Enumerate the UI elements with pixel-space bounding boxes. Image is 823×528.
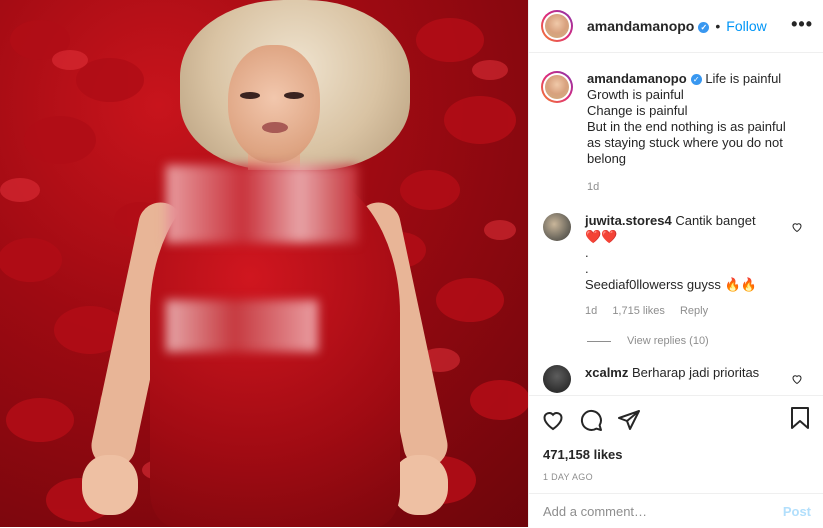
heart-icon[interactable]	[541, 408, 579, 437]
comment-line: .	[585, 245, 589, 260]
verified-icon: ✓	[690, 74, 702, 85]
comment-avatar[interactable]	[543, 213, 571, 241]
comment-line: ❤️❤️	[585, 229, 618, 244]
caption-line: Life is painful	[705, 71, 782, 86]
action-icons	[529, 396, 823, 437]
comment-line: .	[585, 261, 589, 276]
comment-line: Cantik banget	[675, 213, 756, 228]
left-hand	[82, 455, 138, 515]
comment-item: xcalmz Berharap jadi prioritas	[529, 347, 823, 393]
view-replies-button[interactable]: View replies (10)	[529, 319, 823, 347]
comment-like-icon[interactable]	[791, 373, 803, 388]
post-header: amandamanopo ✓ • Follow •••	[529, 0, 823, 53]
post-actions: 471,158 likes 1 DAY AGO Post	[529, 395, 823, 528]
caption: amandamanopo ✓ Life is painful Growth is …	[529, 53, 823, 195]
caption-line: as staying stuck where you do not	[587, 135, 783, 150]
likes-count[interactable]: 471,158 likes	[529, 437, 823, 462]
more-icon[interactable]: •••	[791, 14, 813, 35]
comment-icon[interactable]	[579, 408, 617, 437]
caption-line: But in the end nothing is as painful	[587, 119, 786, 134]
avatar[interactable]	[541, 10, 573, 42]
username-text[interactable]: amandamanopo	[587, 18, 694, 34]
reply-button[interactable]: Reply	[680, 305, 708, 317]
add-comment-input[interactable]	[541, 502, 783, 520]
verified-icon: ✓	[698, 22, 710, 33]
censor-blur-top	[166, 165, 358, 243]
comment-item: juwita.stores4 Cantik banget ❤️❤️ . . Se…	[529, 195, 823, 319]
post-comment-button[interactable]: Post	[783, 504, 811, 519]
comment-username[interactable]: xcalmz	[585, 365, 628, 380]
share-icon[interactable]	[617, 408, 655, 437]
comment-text: juwita.stores4 Cantik banget ❤️❤️ . . Se…	[585, 213, 757, 319]
comment-line: Berharap jadi prioritas	[632, 365, 760, 380]
header-username[interactable]: amandamanopo ✓	[587, 18, 710, 34]
comment-text: xcalmz Berharap jadi prioritas	[585, 365, 759, 393]
follow-button[interactable]: Follow	[726, 18, 766, 34]
comment-username[interactable]: juwita.stores4	[585, 213, 672, 228]
caption-line: belong	[587, 151, 627, 166]
view-replies-text[interactable]: View replies (10)	[627, 335, 709, 347]
right-eye	[284, 92, 304, 99]
censor-blur-bottom	[166, 300, 318, 352]
bookmark-icon[interactable]	[789, 406, 811, 435]
comment-line: Seediaf0llowerss guyss 🔥🔥	[585, 277, 757, 292]
lips	[262, 122, 288, 133]
avatar-image	[545, 14, 569, 38]
post-date[interactable]: 1 DAY AGO	[529, 462, 823, 482]
comment-time[interactable]: 1d	[585, 305, 597, 317]
comment-likes[interactable]: 1,715 likes	[612, 305, 665, 317]
comment-like-icon[interactable]	[791, 221, 803, 236]
post-image[interactable]	[0, 0, 528, 527]
comment-avatar[interactable]	[543, 365, 571, 393]
caption-line: Growth is painful	[587, 87, 684, 102]
add-comment-bar: Post	[529, 493, 823, 528]
caption-avatar[interactable]	[541, 71, 573, 103]
caption-line: Change is painful	[587, 103, 688, 118]
caption-text: amandamanopo ✓ Life is painful Growth is …	[587, 71, 786, 195]
post-sidebar: amandamanopo ✓ • Follow ••• amandamanopo ✓…	[528, 0, 823, 527]
replies-divider	[587, 340, 611, 342]
caption-time[interactable]: 1d	[587, 179, 786, 195]
left-eye	[240, 92, 260, 99]
face	[228, 45, 320, 163]
caption-username[interactable]: amandamanopo	[587, 71, 687, 86]
avatar-image	[545, 75, 569, 99]
right-hand	[392, 455, 448, 515]
separator-dot: •	[715, 18, 721, 34]
instagram-post: amandamanopo ✓ • Follow ••• amandamanopo ✓…	[0, 0, 823, 527]
comment-meta: 1d 1,715 likes Reply	[585, 303, 757, 319]
comments-list[interactable]: amandamanopo ✓ Life is painful Growth is …	[529, 53, 823, 395]
